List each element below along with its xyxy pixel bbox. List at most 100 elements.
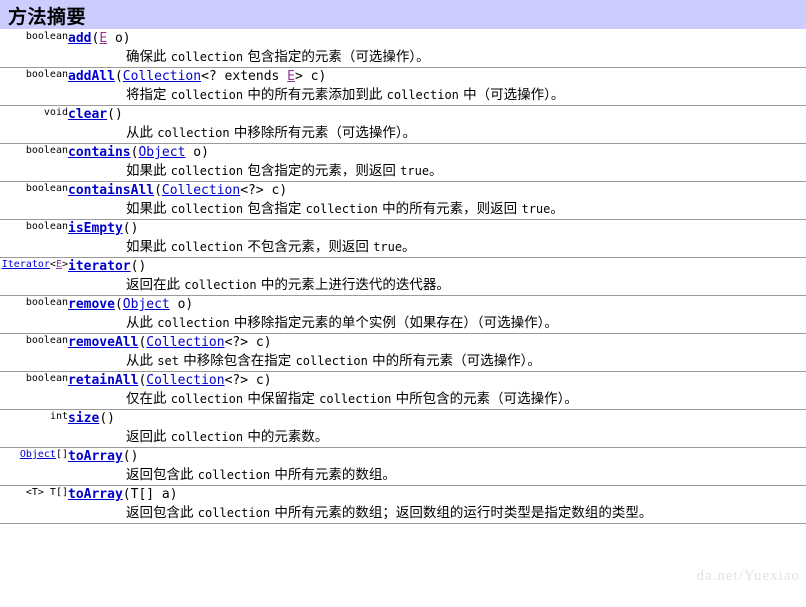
- method-detail-cell: addAll(Collection<? extends E> c) 将指定 col…: [68, 68, 806, 106]
- type-link[interactable]: Iterator: [2, 259, 50, 270]
- type-link[interactable]: Object: [123, 297, 170, 312]
- inline-code: collection: [305, 202, 378, 216]
- type-link[interactable]: containsAll: [68, 183, 154, 198]
- method-description: 从此 collection 中移除所有元素（可选操作）。: [126, 125, 417, 141]
- method-description: 仅在此 collection 中保留指定 collection 中所包含的元素（…: [126, 391, 578, 407]
- method-summary-table: boolean add(E o) 确保此 collection 包含指定的元素（可选…: [0, 30, 806, 524]
- token-text: o): [107, 31, 131, 46]
- inline-code: collection: [184, 278, 257, 292]
- inline-code: collection: [170, 202, 244, 216]
- method-return-type: int: [0, 410, 68, 448]
- method-return-type: void: [0, 106, 68, 144]
- method-detail-cell: add(E o) 确保此 collection 包含指定的元素（可选操作）。: [68, 30, 806, 68]
- table-row: boolean contains(Object o) 如果此 collection …: [0, 144, 806, 182]
- inline-code: collection: [319, 392, 392, 406]
- token-text: (: [114, 69, 123, 84]
- table-row: int size() 返回此 collection 中的元素数。: [0, 410, 806, 448]
- method-signature: addAll(Collection<? extends E> c): [68, 68, 806, 85]
- token-text: o): [185, 145, 209, 160]
- type-link[interactable]: Collection: [146, 335, 224, 350]
- token-text: boolean: [25, 221, 68, 232]
- token-text: boolean: [25, 373, 68, 384]
- token-text: boolean: [25, 297, 68, 308]
- token-text: <? extends: [201, 69, 288, 84]
- table-row: boolean addAll(Collection<? extends E> c)…: [0, 68, 806, 106]
- type-link[interactable]: toArray: [68, 449, 123, 464]
- token-text: boolean: [25, 183, 68, 194]
- type-parameter-link[interactable]: E: [287, 69, 295, 84]
- inline-code: collection: [157, 126, 230, 140]
- watermark: da.net/Yuexiao: [696, 568, 800, 584]
- method-detail-cell: removeAll(Collection<?> c) 从此 set 中移除包含在指…: [68, 334, 806, 372]
- table-row: Iterator<E> iterator() 返回在此 collection 中的元…: [0, 258, 806, 296]
- method-description: 如果此 collection 不包含元素，则返回 true。: [126, 239, 416, 255]
- token-text: boolean: [25, 69, 68, 80]
- method-description: 如果此 collection 包含指定 collection 中的所有元素，则返…: [126, 201, 564, 217]
- method-signature: clear(): [68, 106, 806, 123]
- type-link[interactable]: Object: [138, 145, 185, 160]
- method-detail-cell: containsAll(Collection<?> c) 如果此 collecti…: [68, 182, 806, 220]
- inline-code: collection: [170, 430, 244, 444]
- type-link[interactable]: Collection: [146, 373, 224, 388]
- type-link[interactable]: isEmpty: [68, 221, 123, 236]
- token-text: o): [169, 297, 194, 312]
- table-row: boolean removeAll(Collection<?> c) 从此 set …: [0, 334, 806, 372]
- table-row: boolean remove(Object o) 从此 collection 中移除…: [0, 296, 806, 334]
- type-link[interactable]: remove: [68, 297, 115, 312]
- table-row: boolean containsAll(Collection<?> c) 如果此 c…: [0, 182, 806, 220]
- method-signature: toArray(T[] a): [68, 486, 806, 503]
- type-link[interactable]: contains: [68, 145, 131, 160]
- token-text: (): [122, 449, 139, 464]
- type-link[interactable]: addAll: [68, 69, 115, 84]
- method-detail-cell: size() 返回此 collection 中的元素数。: [68, 410, 806, 448]
- inline-code: collection: [170, 240, 244, 254]
- type-link[interactable]: toArray: [68, 487, 123, 502]
- method-detail-cell: toArray(T[] a) 返回包含此 collection 中所有元素的数组；…: [68, 486, 806, 524]
- inline-code: collection: [170, 164, 244, 178]
- token-text: (): [122, 221, 139, 236]
- inline-code: collection: [170, 392, 244, 406]
- type-parameter-link[interactable]: E: [99, 31, 107, 46]
- method-description: 返回包含此 collection 中所有元素的数组；返回数组的运行时类型是指定数…: [126, 505, 653, 521]
- type-link[interactable]: removeAll: [68, 335, 138, 350]
- method-detail-cell: toArray() 返回包含此 collection 中所有元素的数组。: [68, 448, 806, 486]
- type-link[interactable]: Collection: [123, 69, 201, 84]
- method-detail-cell: contains(Object o) 如果此 collection 包含指定的元素…: [68, 144, 806, 182]
- page-title: 方法摘要: [8, 6, 87, 28]
- token-text: boolean: [25, 335, 68, 346]
- type-link[interactable]: add: [68, 31, 91, 46]
- method-signature: size(): [68, 410, 806, 427]
- method-signature: remove(Object o): [68, 296, 806, 313]
- token-text: boolean: [25, 31, 68, 42]
- method-detail-cell: iterator() 返回在此 collection 中的元素上进行迭代的迭代器。: [68, 258, 806, 296]
- method-detail-cell: clear() 从此 collection 中移除所有元素（可选操作）。: [68, 106, 806, 144]
- method-return-type: boolean: [0, 334, 68, 372]
- type-link[interactable]: retainAll: [68, 373, 138, 388]
- type-link[interactable]: Collection: [162, 183, 240, 198]
- type-link[interactable]: Object: [20, 449, 56, 460]
- method-description: 从此 set 中移除包含在指定 collection 中的所有元素（可选操作）。: [126, 353, 541, 369]
- method-return-type: boolean: [0, 372, 68, 410]
- table-row: Object[] toArray() 返回包含此 collection 中所有元素的…: [0, 448, 806, 486]
- method-return-type: boolean: [0, 182, 68, 220]
- type-link[interactable]: iterator: [68, 259, 131, 274]
- method-description: 返回包含此 collection 中所有元素的数组。: [126, 467, 396, 483]
- token-text: (: [154, 183, 162, 198]
- inline-code: true: [521, 202, 551, 216]
- type-link[interactable]: clear: [68, 107, 107, 122]
- method-return-type: Iterator<E>: [0, 258, 68, 296]
- token-text: []: [55, 449, 68, 460]
- method-description: 从此 collection 中移除指定元素的单个实例（如果存在）（可选操作）。: [126, 315, 558, 331]
- method-return-type: <T> T[]: [0, 486, 68, 524]
- token-text: int: [49, 411, 68, 422]
- inline-code: set: [157, 354, 179, 368]
- inline-code: collection: [170, 88, 244, 102]
- method-description: 将指定 collection 中的所有元素添加到此 collection 中（可…: [126, 87, 565, 103]
- token-text: void: [43, 107, 68, 118]
- type-link[interactable]: size: [68, 411, 99, 426]
- inline-code: true: [373, 240, 403, 254]
- method-signature: add(E o): [68, 30, 806, 47]
- method-description: 如果此 collection 包含指定的元素，则返回 true。: [126, 163, 443, 179]
- inline-code: collection: [157, 316, 230, 330]
- method-description: 返回在此 collection 中的元素上进行迭代的迭代器。: [126, 277, 450, 293]
